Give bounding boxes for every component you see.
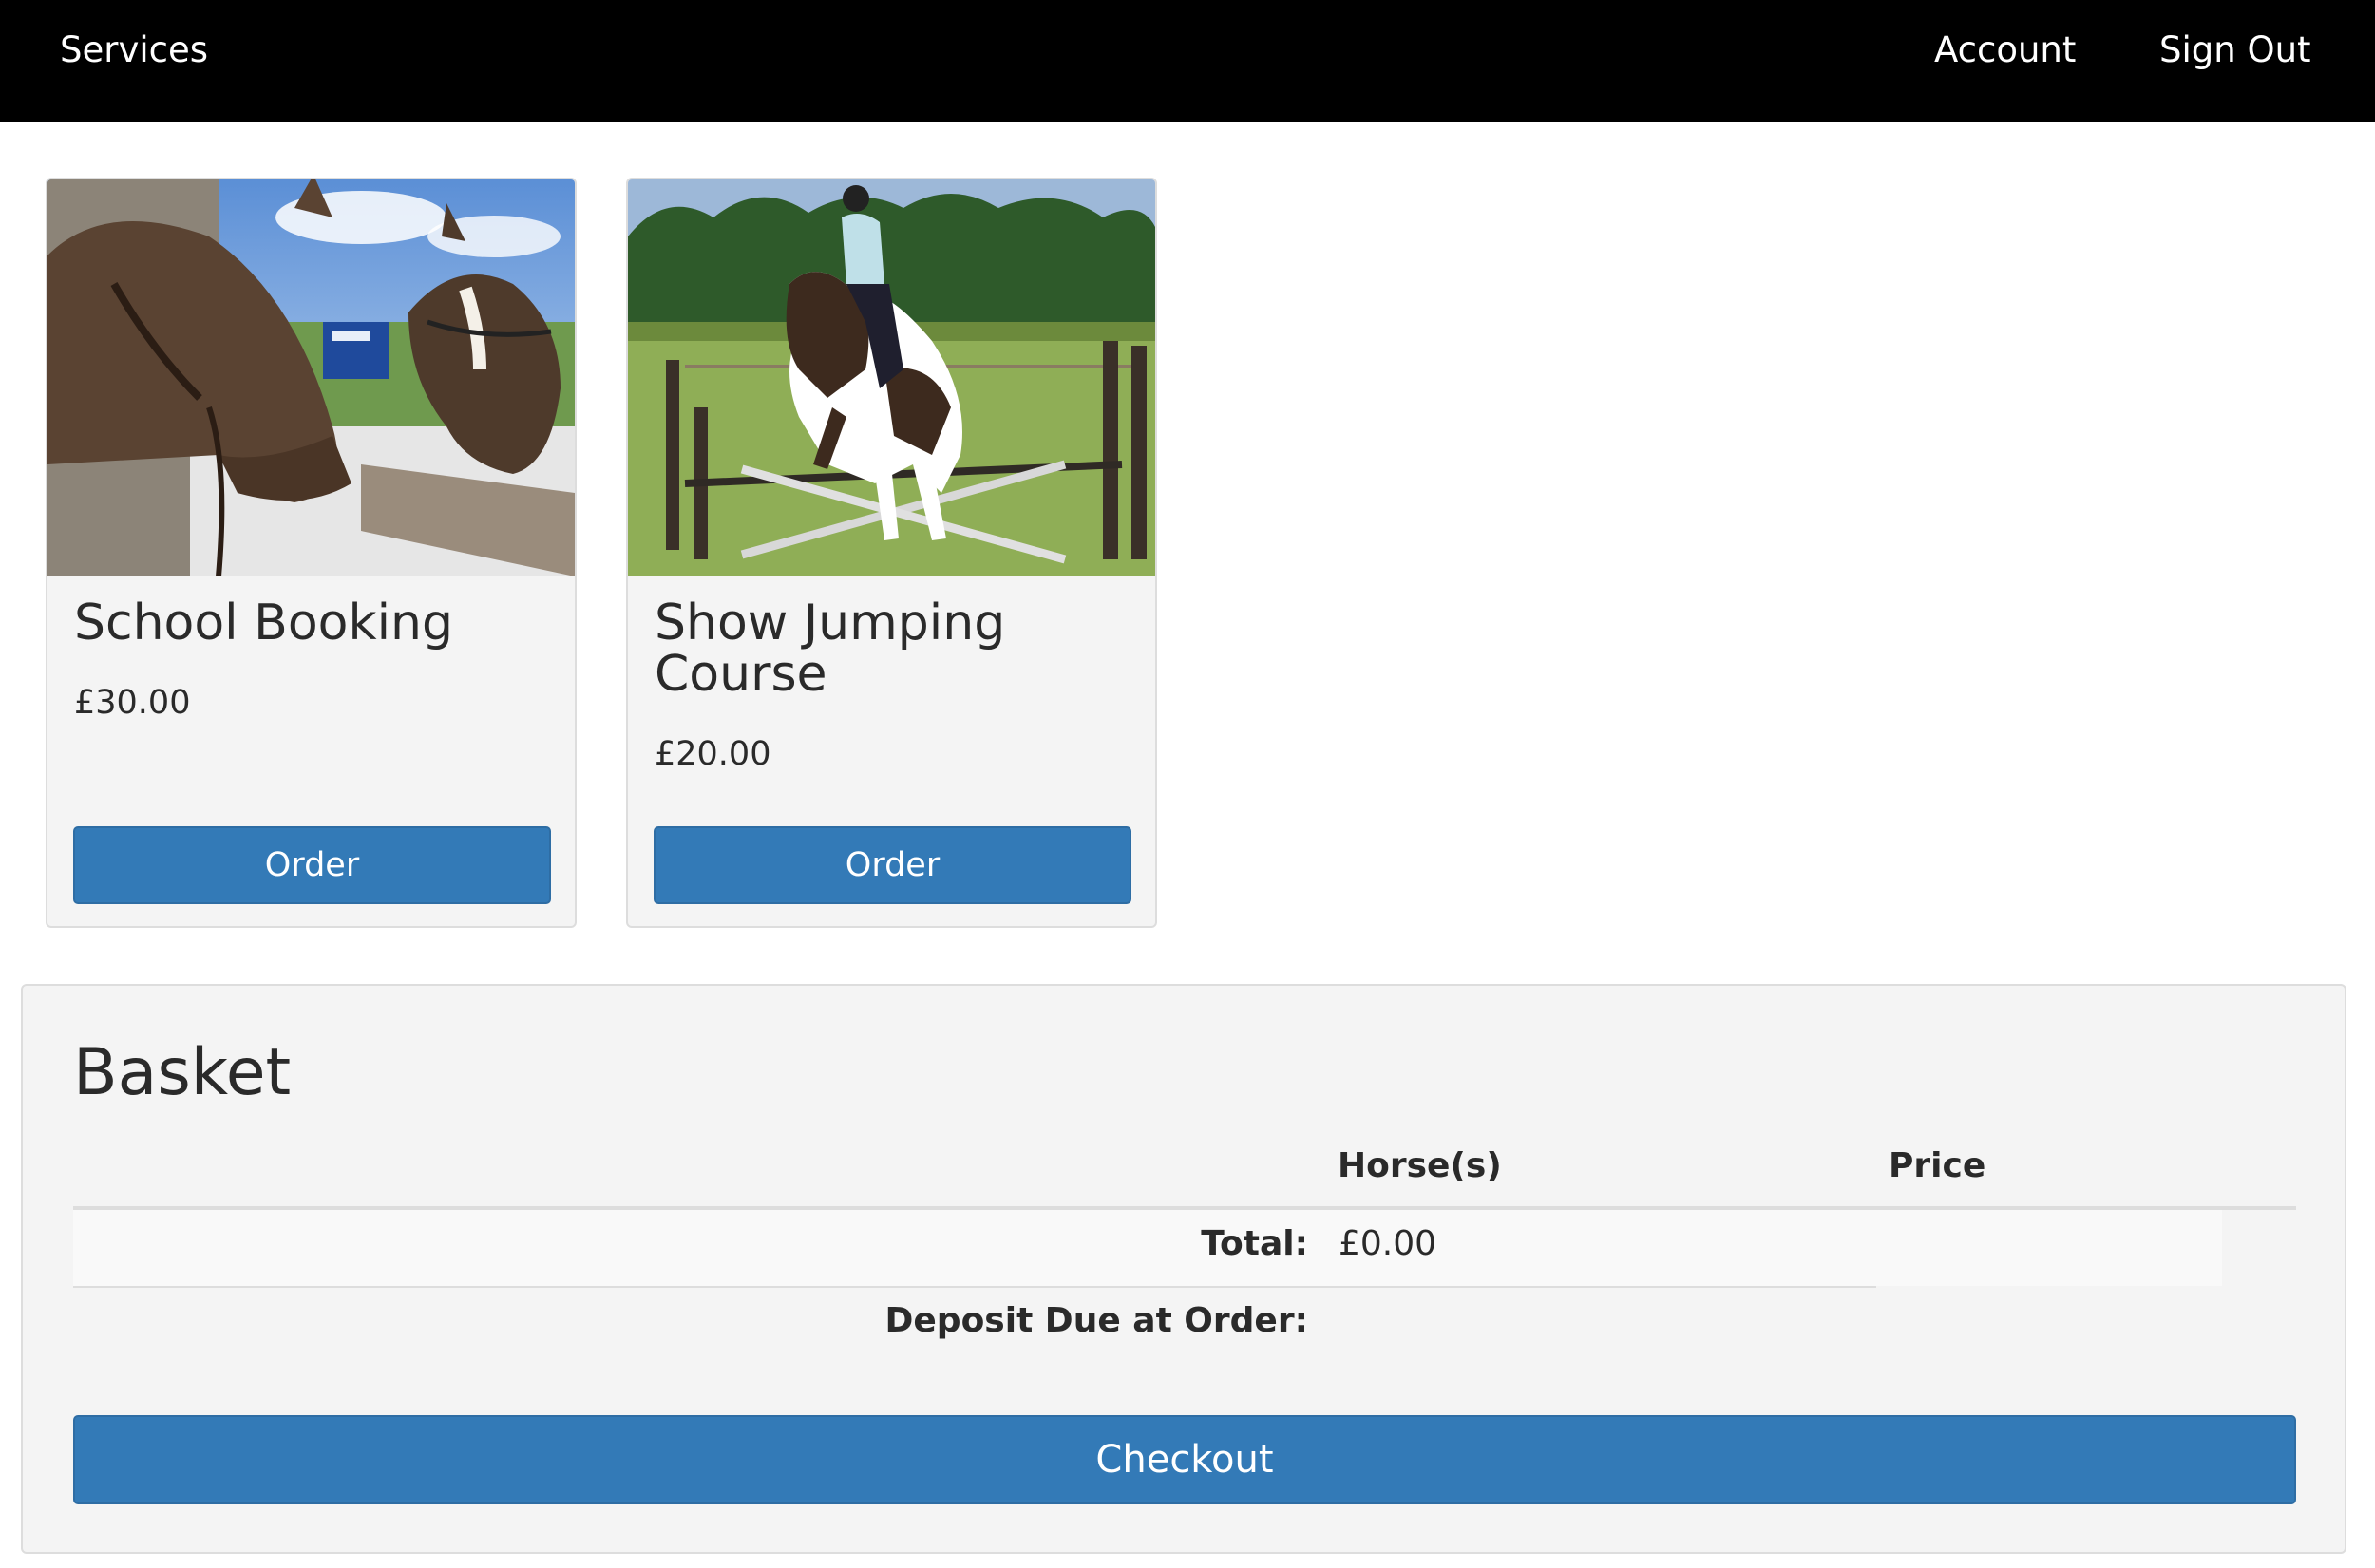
service-card-school-booking: School Booking £30.00 Order [46,178,577,928]
checkout-button[interactable]: Checkout [73,1415,2296,1504]
service-card-show-jumping-course: Show Jumping Course £20.00 Order [626,178,1157,928]
total-value: £0.00 [1339,1224,1437,1263]
service-price: £20.00 [655,735,771,773]
service-title: Show Jumping Course [655,595,1006,703]
nav-sign-out-link[interactable]: Sign Out [2159,0,2311,101]
basket-panel: Basket Horse(s) Price Total: £0.00 Depos… [21,984,2346,1554]
order-button[interactable]: Order [654,826,1131,904]
column-header-horses: Horse(s) [1338,1146,1502,1185]
service-price: £30.00 [74,684,191,722]
show-jumping-photo [628,179,1155,576]
basket-title: Basket [73,1035,292,1110]
deposit-due-label: Deposit Due at Order: [884,1301,1309,1340]
total-label: Total: [1201,1224,1308,1263]
two-horses-photo [48,179,575,576]
top-navigation-bar: Services Account Sign Out [0,0,2375,122]
order-button[interactable]: Order [73,826,551,904]
column-header-price: Price [1889,1146,1986,1185]
service-title: School Booking [74,595,453,652]
row-divider [73,1286,1876,1288]
nav-services-link[interactable]: Services [60,0,208,101]
nav-account-link[interactable]: Account [1934,0,2076,101]
